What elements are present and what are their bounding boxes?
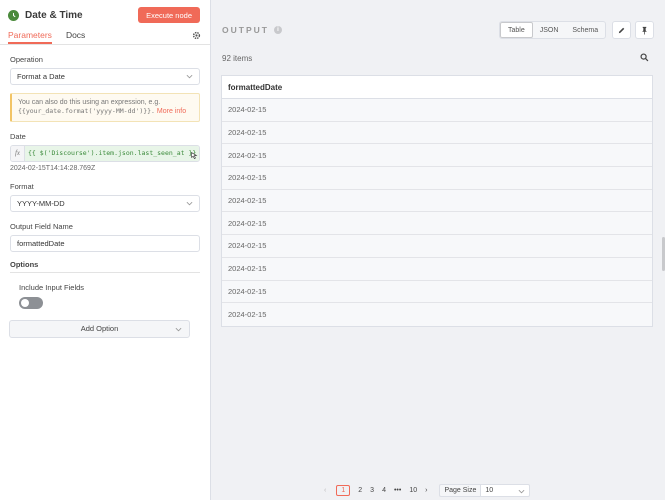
- tab-parameters[interactable]: Parameters: [8, 30, 52, 44]
- table-row: 2024-02-15: [222, 258, 652, 281]
- page-1-button[interactable]: 1: [336, 485, 351, 496]
- column-header: formattedDate: [222, 76, 652, 99]
- gear-icon[interactable]: [192, 31, 201, 42]
- execute-node-button[interactable]: Execute node: [138, 7, 200, 23]
- notice-text: You can also do this using an expression…: [18, 99, 161, 106]
- expression-notice: You can also do this using an expression…: [10, 93, 200, 122]
- table-row: 2024-02-15: [222, 144, 652, 168]
- table-row: 2024-02-15: [222, 281, 652, 304]
- pin-icon: [642, 26, 647, 35]
- expand-editor-icon[interactable]: [190, 151, 198, 161]
- node-title: Date & Time: [25, 9, 83, 21]
- format-value: YYYY-MM-DD: [17, 198, 65, 208]
- format-select[interactable]: YYYY-MM-DD: [10, 194, 200, 212]
- more-info-link[interactable]: More info: [157, 108, 186, 115]
- page-10-button[interactable]: 10: [409, 487, 417, 494]
- add-option-label: Add Option: [80, 324, 119, 334]
- operation-label: Operation: [10, 55, 43, 64]
- clock-icon: [8, 9, 19, 21]
- notice-code: {{your_date.format('yyyy-MM-dd')}}.: [18, 107, 155, 116]
- prev-page-button[interactable]: ‹: [324, 487, 326, 494]
- include-input-fields-toggle[interactable]: [19, 296, 43, 309]
- panel-tabs: Parameters Docs: [0, 30, 210, 45]
- page-2-button[interactable]: 2: [358, 487, 362, 494]
- output-table: formattedDate 2024-02-15 2024-02-15 2024…: [221, 75, 653, 327]
- fx-icon: fx: [11, 145, 25, 161]
- add-option-button[interactable]: Add Option: [9, 319, 190, 338]
- view-schema-button[interactable]: Schema: [565, 22, 605, 38]
- page-3-button[interactable]: 3: [370, 487, 374, 494]
- chevron-down-icon: [186, 201, 193, 206]
- output-field-label: Output Field Name: [10, 221, 73, 231]
- output-title-text: OUTPUT: [222, 25, 269, 35]
- pin-output-button[interactable]: [635, 21, 654, 39]
- chevron-down-icon: [175, 327, 182, 332]
- items-count: 92 items: [222, 54, 253, 63]
- view-switcher: Table JSON Schema: [499, 21, 607, 39]
- operation-select[interactable]: Format a Date: [10, 68, 200, 85]
- table-row: 2024-02-15: [222, 212, 652, 236]
- next-page-button[interactable]: ›: [425, 487, 427, 494]
- date-result-preview: 2024-02-15T14:14:28.769Z: [10, 164, 96, 172]
- info-icon[interactable]: i: [273, 26, 282, 34]
- page-size-select[interactable]: Page Size 10: [439, 484, 531, 497]
- operation-value: Format a Date: [17, 72, 65, 81]
- date-label: Date: [10, 131, 26, 141]
- chevron-down-icon: [518, 489, 525, 494]
- page-4-button[interactable]: 4: [382, 487, 386, 494]
- table-row: 2024-02-15: [222, 190, 652, 213]
- date-expression-field[interactable]: fx {{ $('Discourse').item.json.last_seen…: [10, 144, 200, 162]
- output-field-input[interactable]: formattedDate: [10, 234, 200, 252]
- output-title: OUTPUT i: [222, 25, 282, 35]
- table-row: 2024-02-15: [222, 99, 652, 122]
- chevron-down-icon: [186, 74, 193, 79]
- table-row: 2024-02-15: [222, 235, 652, 258]
- format-label: Format: [10, 181, 34, 191]
- options-heading: Options: [10, 260, 200, 273]
- date-expression-text: {{ $('Discourse').item.json.last_seen_at…: [25, 145, 199, 161]
- panel-header: Date & Time Execute node: [0, 0, 210, 30]
- table-row: 2024-02-15: [228, 310, 267, 320]
- pencil-icon: [618, 27, 625, 33]
- more-pages-ellipsis[interactable]: •••: [394, 487, 401, 494]
- table-row: 2024-02-15: [222, 122, 652, 145]
- page-size-value: 10: [485, 487, 494, 494]
- pagination: ‹ 1 2 3 4 ••• 10 › Page Size 10: [320, 484, 531, 497]
- tab-docs[interactable]: Docs: [66, 30, 85, 44]
- output-field-value: formattedDate: [17, 238, 65, 248]
- table-row: 2024-02-15: [222, 167, 652, 190]
- node-parameters-panel: Date & Time Execute node Parameters Docs…: [0, 0, 211, 500]
- output-panel: OUTPUT i Table JSON Schema 92 items form…: [212, 0, 665, 500]
- view-table-button[interactable]: Table: [500, 22, 533, 38]
- edit-output-button[interactable]: [612, 21, 631, 39]
- view-json-button[interactable]: JSON: [533, 22, 566, 38]
- page-size-label: Page Size: [439, 484, 481, 497]
- include-input-fields-label: Include Input Fields: [19, 282, 85, 292]
- search-icon[interactable]: [640, 53, 649, 64]
